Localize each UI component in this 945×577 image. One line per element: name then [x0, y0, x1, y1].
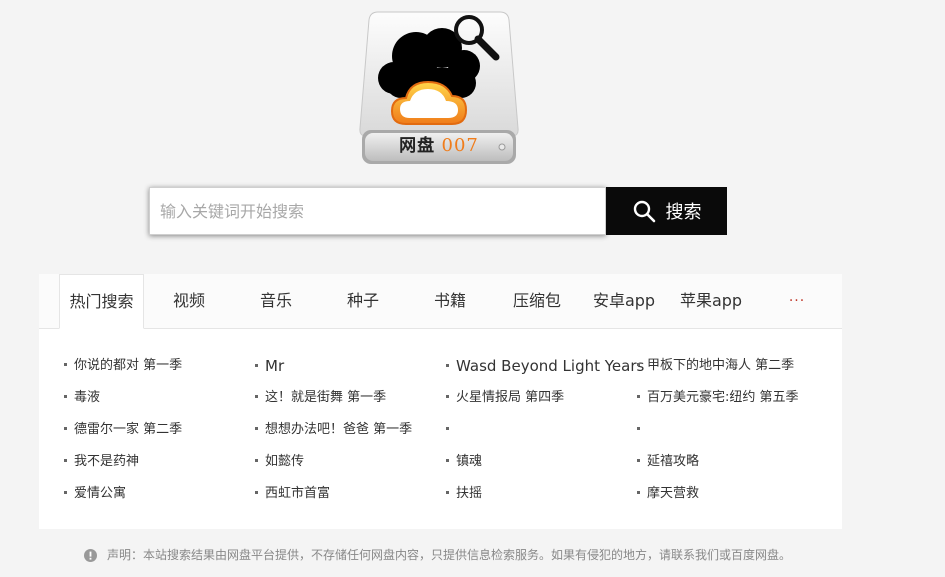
bullet-icon [64, 395, 67, 398]
info-icon [84, 548, 97, 562]
bullet-icon [446, 491, 449, 494]
list-item[interactable]: Mr [255, 356, 284, 376]
search-input[interactable] [149, 187, 606, 235]
list-item[interactable]: 扶摇 [446, 484, 482, 504]
hot-search-list: 你说的都对 第一季 毒液 德雷尔一家 第二季 我不是药神 爱情公寓 Mr 这！就… [39, 329, 842, 529]
list-item[interactable]: Wasd Beyond Light Years [446, 356, 644, 376]
bullet-icon [446, 395, 449, 398]
search-button-label: 搜索 [665, 202, 702, 223]
bullet-icon [64, 427, 67, 430]
tab-more[interactable]: ··· [777, 274, 817, 329]
list-item[interactable]: 毒液 [64, 388, 100, 408]
list-item[interactable]: 德雷尔一家 第二季 [64, 420, 182, 440]
bullet-icon [637, 459, 640, 462]
list-item[interactable]: 我不是药神 [64, 452, 139, 472]
bullet-icon [637, 363, 640, 366]
bullet-icon [255, 364, 258, 367]
search-icon [632, 199, 656, 223]
bullet-icon [64, 363, 67, 366]
search-bar: 搜索 [149, 187, 727, 235]
disclaimer: 声明：本站搜索结果由网盘平台提供，不存储任何网盘内容，只提供信息检索服务。如果有… [84, 546, 791, 564]
list-item[interactable]: 延禧攻略 [637, 452, 699, 472]
tab-music[interactable]: 音乐 [236, 274, 316, 329]
bullet-icon [637, 395, 640, 398]
bullet-icon [64, 491, 67, 494]
list-item[interactable] [637, 420, 647, 440]
hot-search-panel: 热门搜索 视频 音乐 种子 书籍 压缩包 安卓app 苹果app ··· 你说的… [39, 274, 842, 529]
site-logo[interactable]: 网盘 007 [356, 8, 522, 168]
bullet-icon [637, 427, 640, 430]
list-item[interactable] [446, 420, 456, 440]
list-item[interactable]: 镇魂 [446, 452, 482, 472]
tab-torrent[interactable]: 种子 [323, 274, 403, 329]
bullet-icon [255, 427, 258, 430]
list-item[interactable]: 如懿传 [255, 452, 304, 472]
bullet-icon [446, 427, 449, 430]
list-item[interactable]: 想想办法吧！爸爸 第一季 [255, 420, 412, 440]
list-item[interactable]: 甲板下的地中海人 第二季 [637, 356, 794, 376]
bullet-icon [255, 459, 258, 462]
tab-archive[interactable]: 压缩包 [497, 274, 577, 329]
category-tabs: 热门搜索 视频 音乐 种子 书籍 压缩包 安卓app 苹果app ··· [39, 274, 842, 329]
bullet-icon [64, 459, 67, 462]
list-item[interactable]: 你说的都对 第一季 [64, 356, 182, 376]
tab-hot-search[interactable]: 热门搜索 [59, 274, 144, 329]
bullet-icon [637, 491, 640, 494]
list-item[interactable]: 爱情公寓 [64, 484, 126, 504]
tab-books[interactable]: 书籍 [410, 274, 490, 329]
bullet-icon [255, 491, 258, 494]
bullet-icon [255, 395, 258, 398]
tab-android-app[interactable]: 安卓app [584, 274, 664, 329]
list-item[interactable]: 百万美元豪宅:纽约 第五季 [637, 388, 799, 408]
search-button[interactable]: 搜索 [606, 187, 727, 235]
disclaimer-text: 声明：本站搜索结果由网盘平台提供，不存储任何网盘内容，只提供信息检索服务。如果有… [107, 548, 792, 562]
list-item[interactable]: 西虹市首富 [255, 484, 330, 504]
bullet-icon [446, 459, 449, 462]
list-item[interactable]: 摩天营救 [637, 484, 699, 504]
list-item[interactable]: 这！就是街舞 第一季 [255, 388, 386, 408]
logo-graphic [359, 11, 519, 164]
bullet-icon [446, 364, 449, 367]
tab-video[interactable]: 视频 [149, 274, 229, 329]
list-item[interactable]: 火星情报局 第四季 [446, 388, 564, 408]
tab-ios-app[interactable]: 苹果app [671, 274, 751, 329]
